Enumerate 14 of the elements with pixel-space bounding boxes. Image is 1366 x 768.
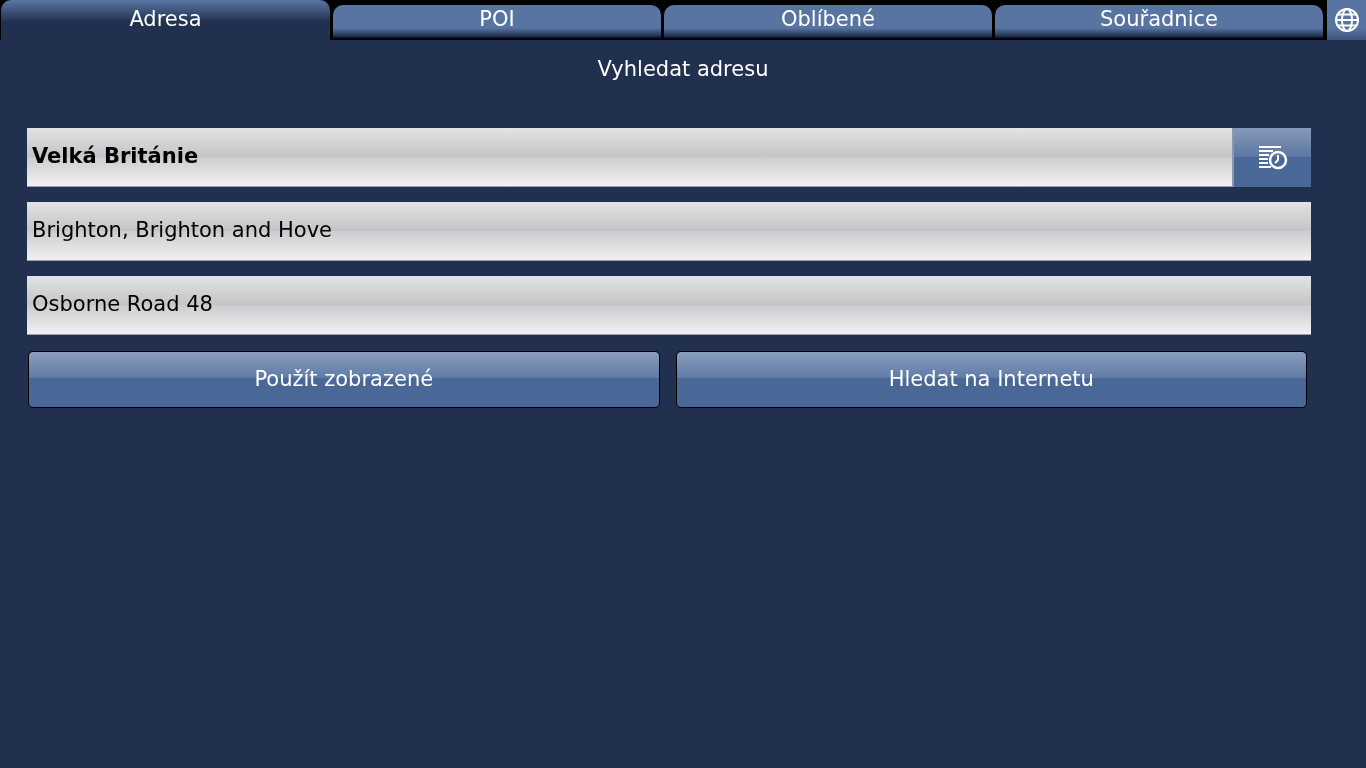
action-button[interactable]: Použít zobrazené — [28, 351, 660, 408]
tab[interactable]: Adresa — [1, 0, 330, 40]
history-icon — [1257, 144, 1288, 171]
history-button[interactable] — [1232, 128, 1311, 187]
tab[interactable]: Oblíbené — [664, 5, 992, 38]
action-button[interactable]: Hledat na Internetu — [675, 351, 1307, 408]
globe-icon — [1333, 7, 1360, 33]
input-field[interactable]: Velká Británie — [27, 128, 1232, 187]
page-heading: Vyhledat adresu — [597, 56, 769, 83]
input-field[interactable]: Osborne Road 48 — [27, 276, 1311, 335]
tab[interactable]: Souřadnice — [995, 5, 1323, 38]
tab[interactable]: POI — [333, 5, 661, 38]
input-field[interactable]: Brighton, Brighton and Hove — [27, 202, 1311, 261]
globe-button[interactable] — [1327, 0, 1366, 40]
